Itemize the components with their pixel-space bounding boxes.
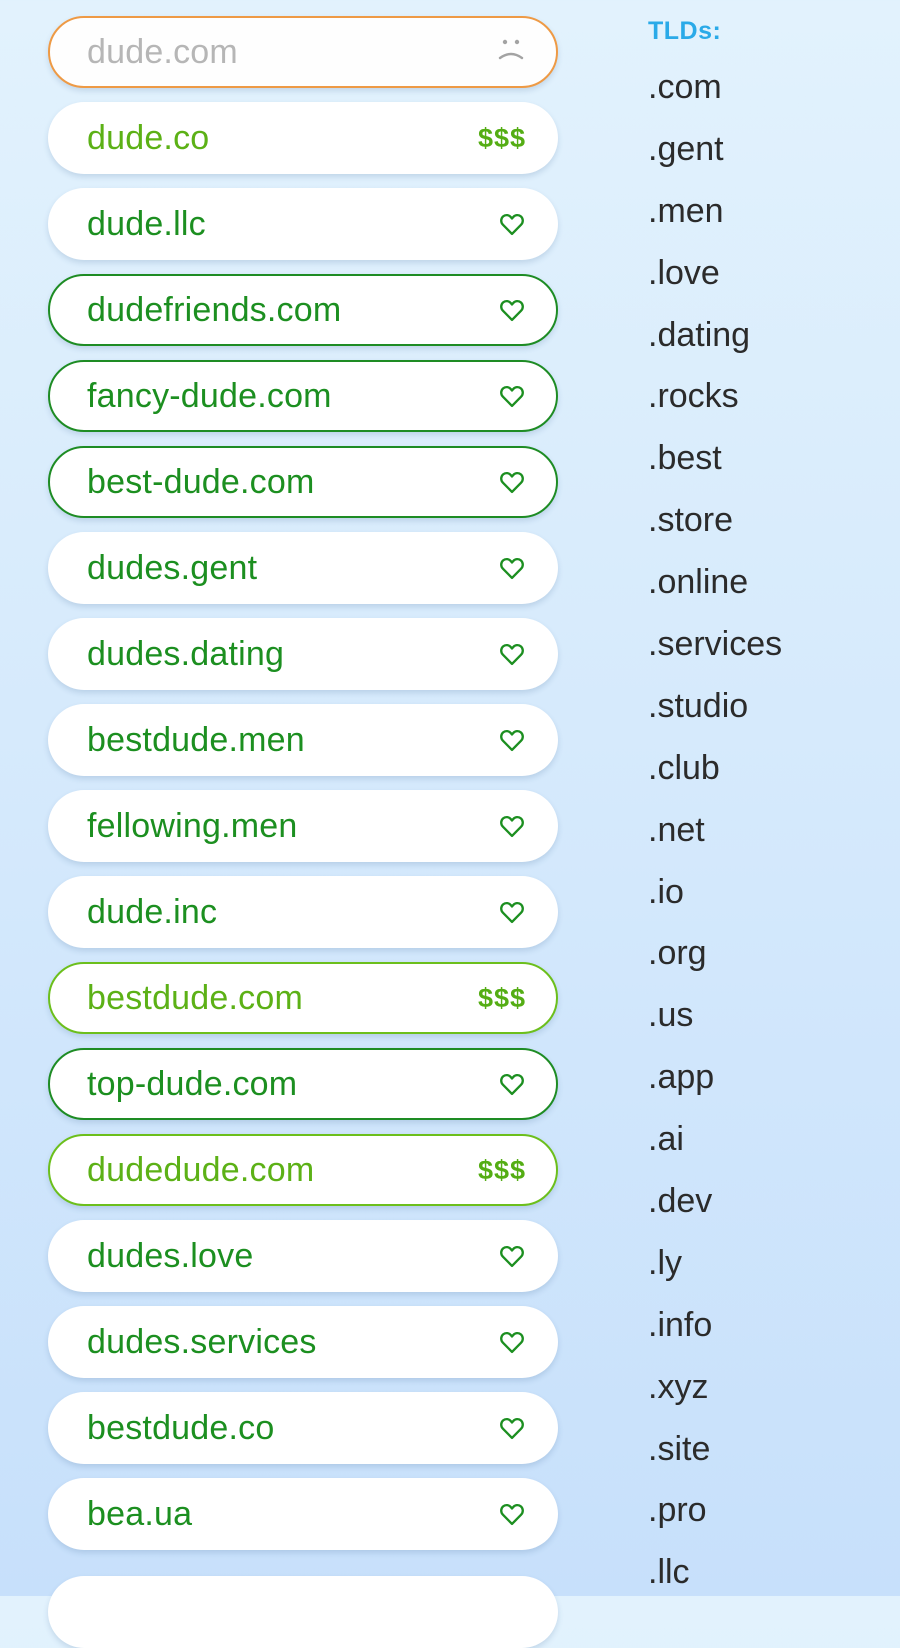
tld-item[interactable]: .xyz [648, 1370, 878, 1432]
domain-pill[interactable]: dude.llc [48, 188, 558, 260]
domain-pill[interactable]: dudes.services [48, 1306, 558, 1378]
domain-name: top-dude.com [87, 1065, 298, 1103]
domain-pill[interactable]: best-dude.com [48, 446, 558, 518]
premium-price-badge: $$$ [477, 122, 526, 153]
domain-pill[interactable]: dude.inc [48, 876, 558, 948]
sad-face-icon [496, 36, 526, 68]
domain-name: bea.ua [87, 1495, 193, 1533]
tld-item[interactable]: .io [648, 875, 878, 937]
tld-item[interactable]: .info [648, 1308, 878, 1370]
heart-icon[interactable] [498, 296, 526, 324]
domain-pill[interactable]: dude.com [48, 16, 558, 88]
domain-pill[interactable]: dudes.dating [48, 618, 558, 690]
premium-price-badge: $$$ [477, 982, 526, 1013]
domain-pill[interactable]: bestdude.com $$$ [48, 962, 558, 1034]
tld-item[interactable]: .net [648, 813, 878, 875]
tld-item[interactable]: .com [648, 70, 878, 132]
domain-name: dudes.services [87, 1323, 317, 1361]
domain-name: dudes.gent [87, 549, 258, 587]
tld-item[interactable]: .gent [648, 132, 878, 194]
tld-item[interactable]: .site [648, 1432, 878, 1494]
tld-item[interactable]: .ai [648, 1122, 878, 1184]
domain-name: bestdude.com [87, 979, 303, 1017]
tld-item[interactable]: .best [648, 441, 878, 503]
tld-item[interactable]: .dating [648, 318, 878, 380]
domain-name: dude.inc [87, 893, 218, 931]
tld-item[interactable]: .love [648, 256, 878, 318]
domain-name: dudes.dating [87, 635, 285, 673]
heart-icon[interactable] [498, 812, 526, 840]
heart-icon[interactable] [498, 1070, 526, 1098]
tld-item[interactable]: .club [648, 751, 878, 813]
domain-name: dude.co [87, 119, 210, 157]
tld-heading: TLDs: [648, 17, 722, 45]
tld-item[interactable]: .studio [648, 689, 878, 751]
tld-item[interactable]: .store [648, 503, 878, 565]
domain-pill[interactable]: dudedude.com $$$ [48, 1134, 558, 1206]
heart-icon[interactable] [498, 468, 526, 496]
domain-pill-partial[interactable] [48, 1576, 558, 1648]
heart-icon[interactable] [498, 382, 526, 410]
heart-icon[interactable] [498, 554, 526, 582]
domain-pill[interactable]: top-dude.com [48, 1048, 558, 1120]
tld-item[interactable]: .org [648, 936, 878, 998]
domain-name: fancy-dude.com [87, 377, 332, 415]
tld-item[interactable]: .dev [648, 1184, 878, 1246]
domain-name: dude.llc [87, 205, 206, 243]
heart-icon[interactable] [498, 1414, 526, 1442]
heart-icon[interactable] [498, 210, 526, 238]
tld-item[interactable]: .llc [648, 1555, 878, 1617]
domain-pill[interactable]: fellowing.men [48, 790, 558, 862]
heart-icon[interactable] [498, 898, 526, 926]
domain-name: bestdude.men [87, 721, 305, 759]
domain-pill[interactable]: dude.co $$$ [48, 102, 558, 174]
domain-name: best-dude.com [87, 463, 315, 501]
premium-price-badge: $$$ [477, 1154, 526, 1185]
domain-pill[interactable]: fancy-dude.com [48, 360, 558, 432]
tld-sidebar: TLDs: .com .gent .men .love .dating .rocks .be… [648, 16, 878, 1617]
heart-icon[interactable] [498, 726, 526, 754]
domain-pill[interactable]: bestdude.men [48, 704, 558, 776]
domain-name: dudefriends.com [87, 291, 342, 329]
domain-pill[interactable]: dudefriends.com [48, 274, 558, 346]
domain-name: dudes.love [87, 1237, 254, 1275]
domain-pill[interactable]: bestdude.co [48, 1392, 558, 1464]
heart-icon[interactable] [498, 1242, 526, 1270]
domain-pill[interactable]: dudes.gent [48, 532, 558, 604]
tld-item[interactable]: .app [648, 1060, 878, 1122]
tld-item[interactable]: .rocks [648, 379, 878, 441]
heart-icon[interactable] [498, 1500, 526, 1528]
domain-results-list: dude.com dude.co $$$ dude.llc dudefriends.co… [48, 16, 558, 1564]
heart-icon[interactable] [498, 640, 526, 668]
tld-item[interactable]: .pro [648, 1493, 878, 1555]
domain-name: bestdude.co [87, 1409, 275, 1447]
domain-name: dudedude.com [87, 1151, 315, 1189]
tld-item[interactable]: .us [648, 998, 878, 1060]
domain-name: dude.com [87, 33, 238, 71]
tld-item[interactable]: .ly [648, 1246, 878, 1308]
tld-item[interactable]: .online [648, 565, 878, 627]
tld-item[interactable]: .men [648, 194, 878, 256]
heart-icon[interactable] [498, 1328, 526, 1356]
domain-name: fellowing.men [87, 807, 298, 845]
tld-list: .com .gent .men .love .dating .rocks .best .sto… [648, 70, 878, 1617]
domain-pill[interactable]: bea.ua [48, 1478, 558, 1550]
tld-item[interactable]: .services [648, 627, 878, 689]
domain-pill[interactable]: dudes.love [48, 1220, 558, 1292]
